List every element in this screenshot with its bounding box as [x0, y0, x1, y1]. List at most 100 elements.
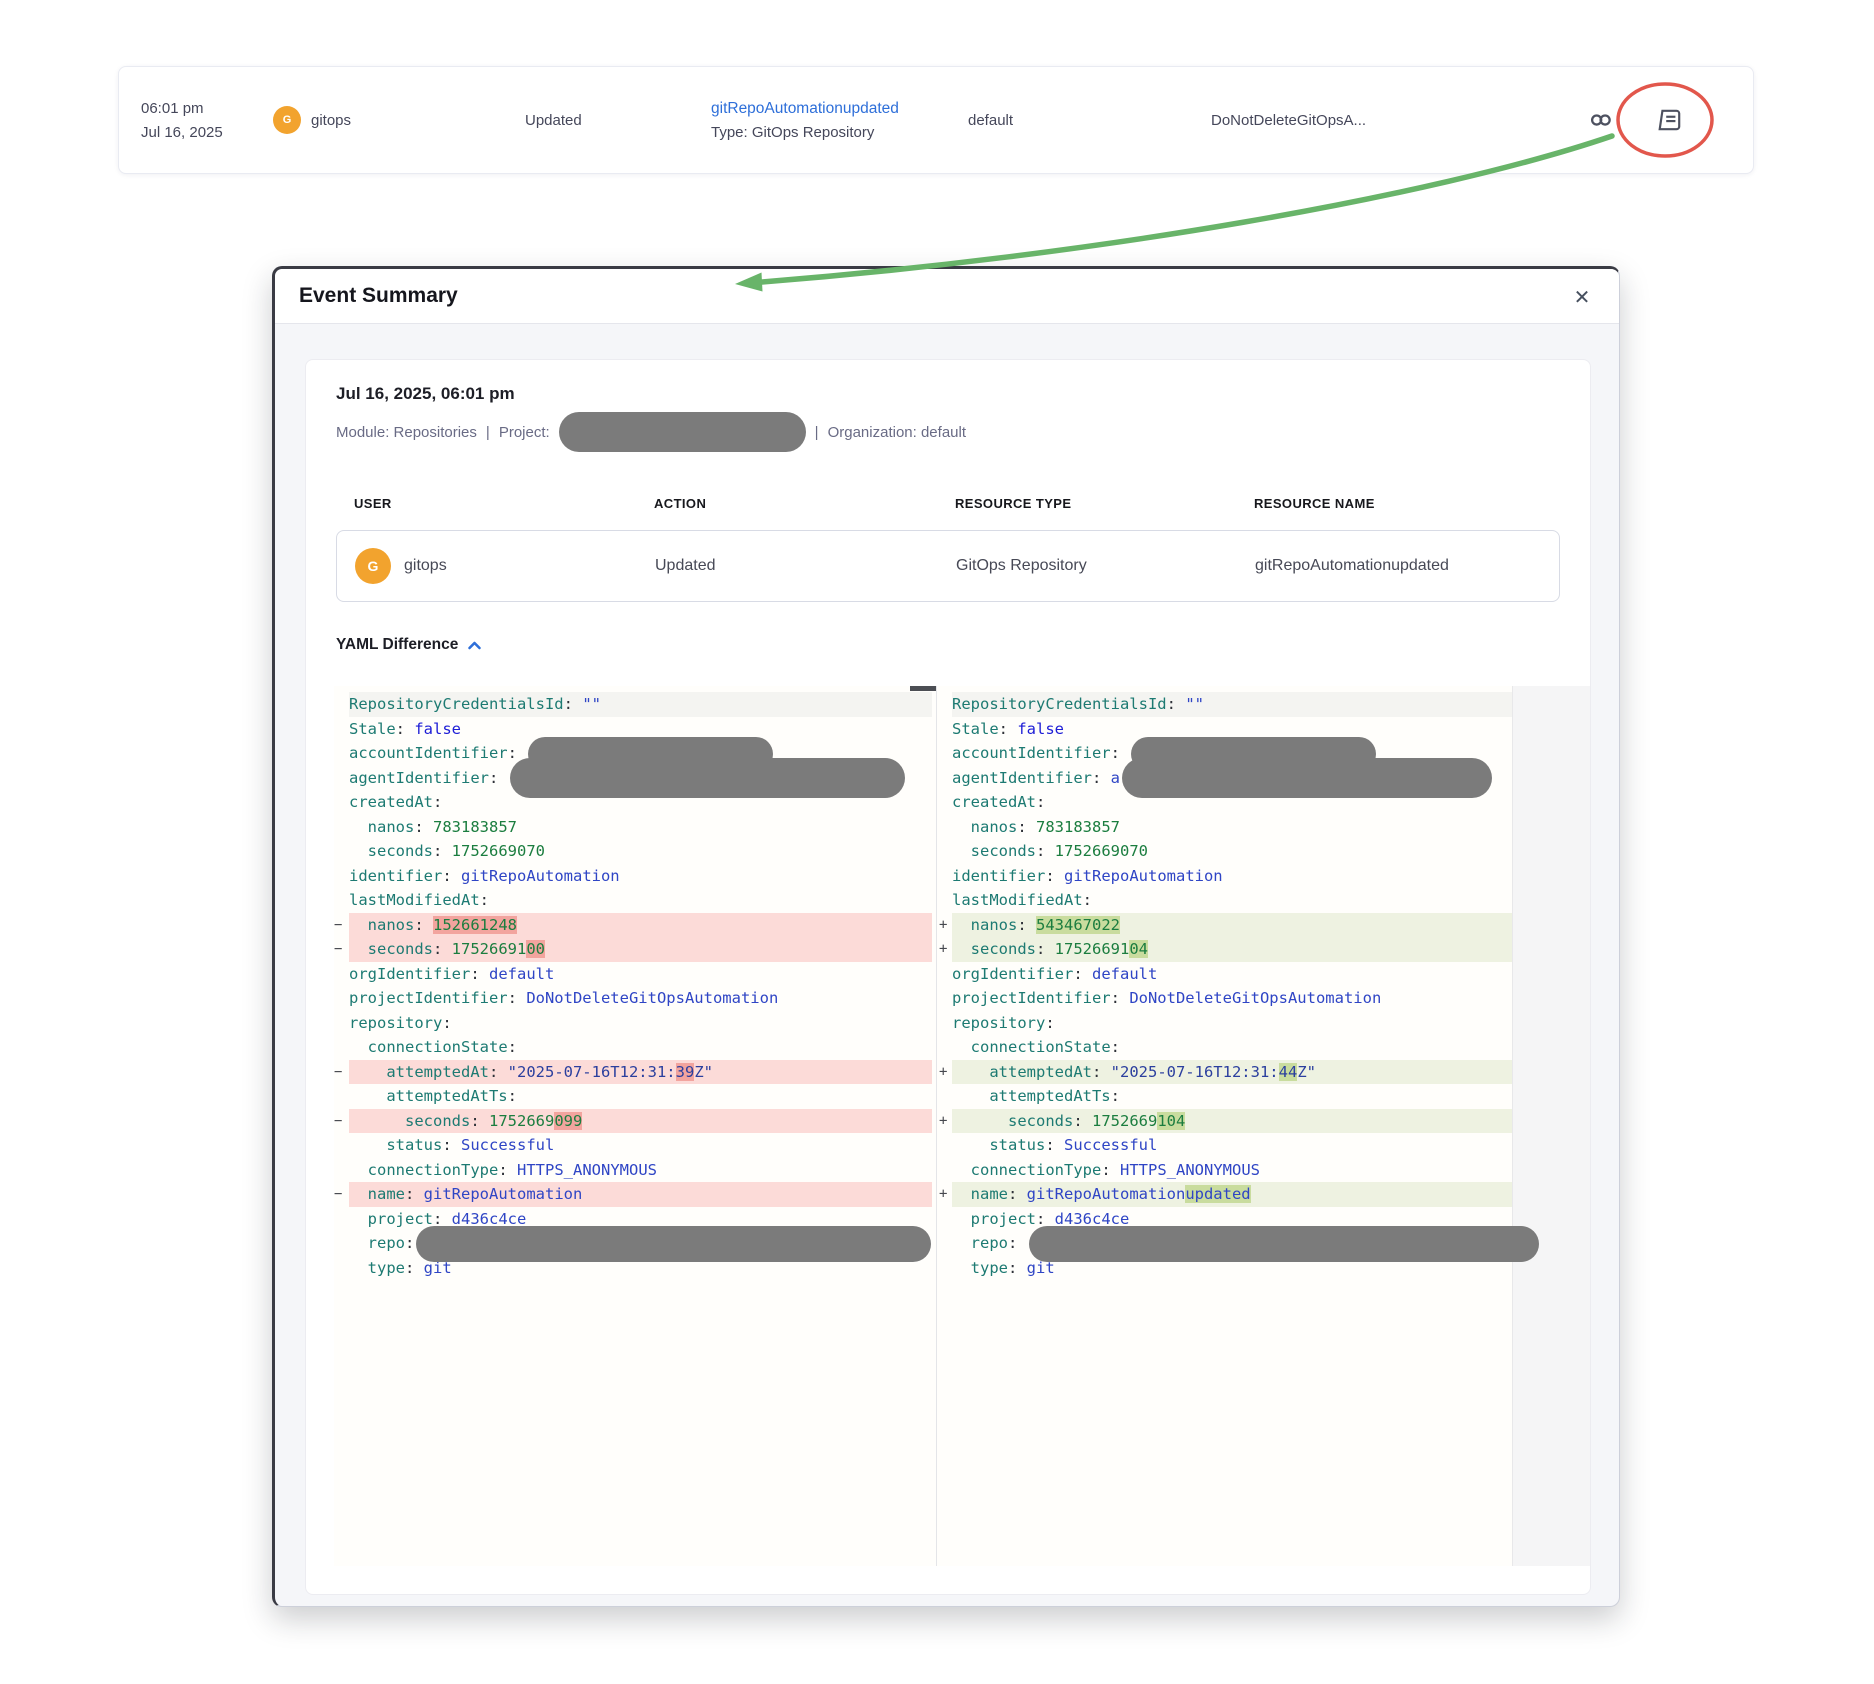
user-name: gitops — [311, 112, 351, 129]
diff-line: seconds: 1752669070 — [334, 839, 932, 864]
diff-line: − name: gitRepoAutomation — [334, 1182, 932, 1207]
diff-line-content: lastModifiedAt: — [952, 888, 1512, 913]
diff-line-content: RepositoryCredentialsId: "" — [952, 692, 1512, 717]
diff-gutter — [939, 1207, 952, 1232]
diff-line-marker: + — [939, 913, 952, 938]
redaction-pill — [510, 758, 905, 798]
diff-line-marker: − — [334, 1182, 349, 1207]
row-resource-type: GitOps Repository — [956, 531, 1087, 601]
diff-line: + seconds: 1752669104 — [939, 1109, 1512, 1134]
diff-line-content: nanos: 152661248 — [349, 913, 932, 938]
diff-sash-handle[interactable] — [910, 686, 936, 691]
diff-line-content: nanos: 783183857 — [349, 815, 932, 840]
resource-type-line: Type: GitOps Repository — [711, 124, 874, 141]
diff-line: RepositoryCredentialsId: "" — [334, 692, 932, 717]
project-redaction — [559, 412, 806, 452]
diff-line-marker: − — [334, 1109, 349, 1134]
diff-gutter — [334, 1256, 349, 1281]
event-time: 06:01 pm Jul 16, 2025 — [141, 67, 223, 173]
diff-gutter — [334, 1207, 349, 1232]
diff-line: nanos: 783183857 — [939, 815, 1512, 840]
diff-line: attemptedAtTs: — [334, 1084, 932, 1109]
yaml-diff-editor[interactable]: RepositoryCredentialsId: ""Stale: falsea… — [334, 686, 1589, 1566]
diff-gutter — [939, 1231, 952, 1256]
diff-line: + attemptedAt: "2025-07-16T12:31:44Z" — [939, 1060, 1512, 1085]
resource-link[interactable]: gitRepoAutomationupdated — [711, 100, 899, 118]
diff-line: status: Successful — [939, 1133, 1512, 1158]
col-header-user: USER — [354, 496, 392, 511]
diff-line: repository: — [334, 1011, 932, 1036]
event-summary-note-button[interactable] — [1650, 100, 1690, 140]
modal-header: Event Summary ✕ — [275, 269, 1619, 324]
diff-line-marker: + — [939, 1182, 952, 1207]
org-label: default — [968, 67, 1013, 173]
diff-line-content: connectionType: HTTPS_ANONYMOUS — [349, 1158, 932, 1183]
diff-gutter — [939, 1084, 952, 1109]
diff-line: orgIdentifier: default — [334, 962, 932, 987]
diff-gutter — [939, 839, 952, 864]
col-header-resource-name: RESOURCE NAME — [1254, 496, 1375, 511]
diff-line: − seconds: 1752669099 — [334, 1109, 932, 1134]
event-summary-card: Jul 16, 2025, 06:01 pm Module: Repositor… — [305, 359, 1591, 1595]
diff-gutter — [939, 1035, 952, 1060]
diff-line-content: status: Successful — [349, 1133, 932, 1158]
yaml-difference-label: YAML Difference — [336, 636, 458, 654]
diff-line: identifier: gitRepoAutomation — [939, 864, 1512, 889]
diff-line: + name: gitRepoAutomationupdated — [939, 1182, 1512, 1207]
diff-gutter — [939, 864, 952, 889]
redaction-pill — [1029, 1226, 1539, 1262]
diff-gutter — [334, 1035, 349, 1060]
diff-overview-ruler[interactable] — [1512, 686, 1590, 1566]
diff-line: connectionType: HTTPS_ANONYMOUS — [334, 1158, 932, 1183]
module-label: Module: Repositories — [336, 424, 477, 441]
diff-pane-modified: RepositoryCredentialsId: ""Stale: falsea… — [939, 692, 1512, 1280]
diff-line-content: nanos: 783183857 — [952, 815, 1512, 840]
diff-gutter — [939, 962, 952, 987]
link-icon[interactable] — [1581, 100, 1621, 140]
redaction-pill — [1122, 758, 1492, 798]
diff-line: connectionState: — [334, 1035, 932, 1060]
diff-gutter — [334, 741, 349, 766]
close-icon[interactable]: ✕ — [1567, 282, 1597, 312]
diff-line-content: lastModifiedAt: — [349, 888, 932, 913]
diff-gutter — [334, 1011, 349, 1036]
diff-gutter — [939, 1256, 952, 1281]
diff-line-marker: + — [939, 1109, 952, 1134]
diff-line-content: agentIdentifier: — [349, 766, 932, 791]
row-action: Updated — [655, 531, 716, 601]
diff-line-content: identifier: gitRepoAutomation — [349, 864, 932, 889]
event-summary-modal: Event Summary ✕ Jul 16, 2025, 06:01 pm M… — [272, 266, 1620, 1607]
diff-line-content: seconds: 1752669070 — [349, 839, 932, 864]
meta-separator: | — [486, 424, 490, 441]
yaml-difference-toggle[interactable]: YAML Difference — [336, 636, 482, 654]
diff-line: + seconds: 1752669104 — [939, 937, 1512, 962]
action-label: Updated — [525, 67, 582, 173]
diff-gutter — [939, 717, 952, 742]
diff-line-content: attemptedAt: "2025-07-16T12:31:39Z" — [349, 1060, 932, 1085]
diff-gutter — [334, 766, 349, 791]
diff-line-marker: − — [334, 937, 349, 962]
diff-line: lastModifiedAt: — [939, 888, 1512, 913]
diff-gutter — [939, 888, 952, 913]
diff-gutter — [334, 692, 349, 717]
diff-gutter — [939, 741, 952, 766]
diff-line-content: projectIdentifier: DoNotDeleteGitOpsAuto… — [952, 986, 1512, 1011]
chevron-up-icon — [467, 640, 482, 651]
diff-line-content: seconds: 1752669070 — [952, 839, 1512, 864]
diff-gutter — [939, 1133, 952, 1158]
diff-gutter — [334, 986, 349, 1011]
diff-line-marker: − — [334, 913, 349, 938]
project-meta-label: Project: — [499, 424, 550, 441]
diff-line: repo: — [334, 1231, 932, 1256]
diff-line: RepositoryCredentialsId: "" — [939, 692, 1512, 717]
diff-gutter — [334, 864, 349, 889]
diff-line: projectIdentifier: DoNotDeleteGitOpsAuto… — [334, 986, 932, 1011]
diff-line: connectionState: — [939, 1035, 1512, 1060]
diff-line: nanos: 783183857 — [334, 815, 932, 840]
meta-separator: | — [815, 424, 819, 441]
diff-gutter — [334, 717, 349, 742]
diff-line: projectIdentifier: DoNotDeleteGitOpsAuto… — [939, 986, 1512, 1011]
diff-line: lastModifiedAt: — [334, 888, 932, 913]
diff-line-content: name: gitRepoAutomationupdated — [952, 1182, 1512, 1207]
diff-line: agentIdentifier: — [334, 766, 932, 791]
